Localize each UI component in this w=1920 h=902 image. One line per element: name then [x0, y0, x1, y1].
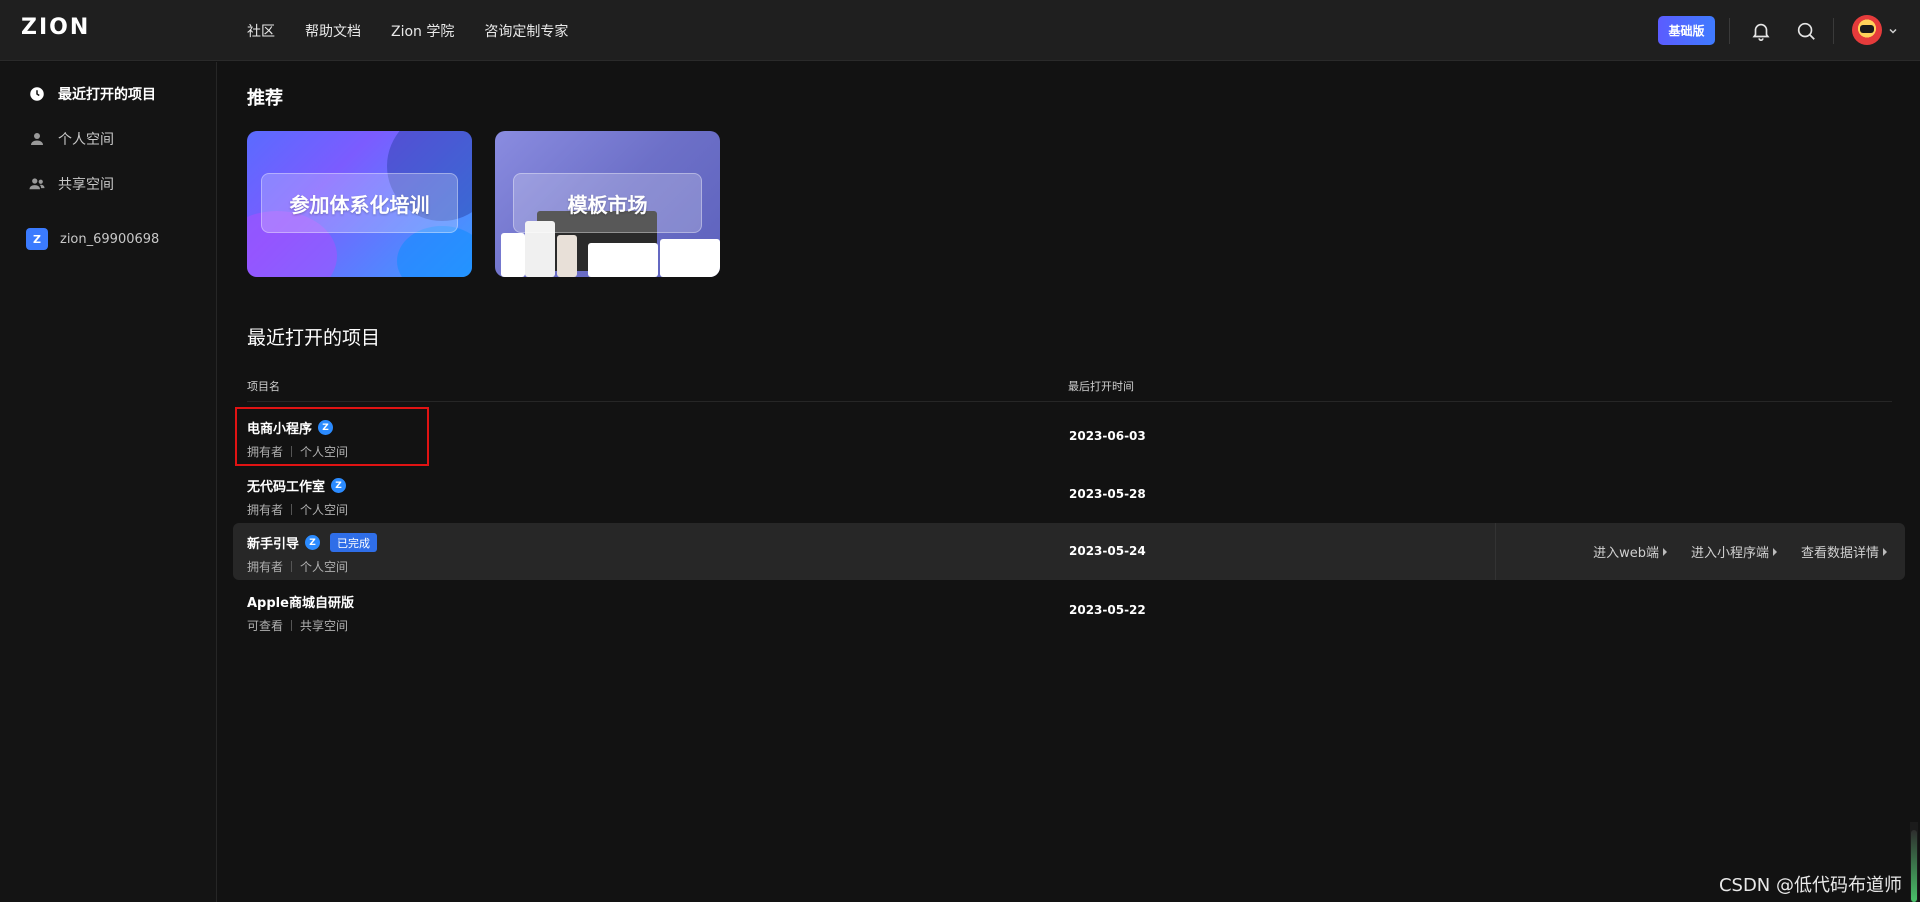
- nav-community[interactable]: 社区: [247, 21, 275, 41]
- project-title: 无代码工作室: [247, 480, 326, 495]
- avatar[interactable]: [1852, 15, 1882, 45]
- plan-button[interactable]: 基础版: [1658, 16, 1715, 45]
- column-project-name: 项目名: [247, 380, 280, 393]
- column-last-opened: 最后打开时间: [1068, 380, 1134, 393]
- training-card[interactable]: 参加体系化培训: [247, 131, 472, 277]
- recent-projects-title: 最近打开的项目: [247, 327, 381, 349]
- table-header: 项目名 最后打开时间: [247, 378, 1892, 402]
- sidebar-workspace[interactable]: Z zion_69900698: [26, 228, 159, 250]
- project-title: Apple商城自研版: [247, 596, 354, 611]
- sidebar-item-label: 个人空间: [58, 132, 114, 148]
- nav-consult[interactable]: 咨询定制专家: [484, 21, 568, 41]
- main-content: 推荐 参加体系化培训 模板市场 最近打开的项目 项目名 最后打开时间 电商小程序…: [218, 62, 1920, 902]
- workspace-name: zion_69900698: [60, 231, 160, 247]
- action-label: 进入web端: [1593, 546, 1659, 561]
- nav-docs[interactable]: 帮助文档: [305, 21, 361, 41]
- sidebar-item-recent[interactable]: 最近打开的项目: [28, 83, 156, 105]
- table-row[interactable]: Apple商城自研版 可查看 共享空间 2023-05-22: [233, 582, 1905, 639]
- project-space: 共享空间: [300, 619, 349, 633]
- clock-icon: [30, 87, 44, 101]
- workspace-badge: Z: [26, 228, 48, 250]
- last-opened-date: 2023-06-03: [1069, 429, 1146, 443]
- sidebar-item-label: 最近打开的项目: [58, 87, 156, 103]
- zion-logo[interactable]: ZION: [21, 15, 90, 40]
- action-label: 进入小程序端: [1690, 546, 1769, 561]
- training-card-label: 参加体系化培训: [261, 173, 458, 233]
- project-title: 新手引导: [247, 537, 300, 552]
- caret-right-icon: [1662, 547, 1667, 556]
- divider: [1833, 18, 1834, 44]
- project-space: 个人空间: [300, 560, 349, 574]
- sidebar-item-personal[interactable]: 个人空间: [28, 128, 114, 150]
- users-icon: [29, 178, 45, 190]
- zion-app-icon: Z: [331, 478, 347, 493]
- last-opened-date: 2023-05-22: [1069, 603, 1146, 617]
- open-miniprogram-link[interactable]: 进入小程序端: [1691, 542, 1777, 561]
- template-market-label: 模板市场: [513, 173, 702, 233]
- sidebar: 最近打开的项目 个人空间 共享空间 Z zion_69900698: [0, 62, 217, 902]
- top-nav: 社区 帮助文档 Zion 学院 咨询定制专家: [247, 0, 598, 61]
- scrollbar-thumb[interactable]: [1911, 830, 1917, 902]
- bell-icon[interactable]: [1750, 20, 1772, 42]
- project-role: 拥有者: [247, 560, 284, 574]
- action-label: 查看数据详情: [1800, 546, 1879, 561]
- table-row[interactable]: 无代码工作室 Z 拥有者 个人空间 2023-05-28: [233, 466, 1905, 523]
- nav-academy[interactable]: Zion 学院: [391, 21, 454, 41]
- open-web-link[interactable]: 进入web端: [1593, 542, 1667, 561]
- top-bar: ZION 社区 帮助文档 Zion 学院 咨询定制专家 基础版: [0, 0, 1920, 61]
- project-role: 拥有者: [247, 503, 284, 517]
- caret-right-icon: [1883, 547, 1887, 556]
- last-opened-date: 2023-05-28: [1069, 487, 1146, 501]
- chevron-down-icon[interactable]: [1888, 26, 1898, 36]
- table-row[interactable]: 电商小程序 Z 拥有者 个人空间 2023-06-03: [233, 408, 1905, 465]
- status-badge: 已完成: [330, 533, 378, 552]
- user-icon: [31, 133, 43, 145]
- project-space: 个人空间: [300, 503, 349, 517]
- last-opened-date: 2023-05-24: [1069, 544, 1146, 558]
- divider: [1729, 18, 1730, 44]
- recommend-title: 推荐: [247, 88, 283, 109]
- caret-right-icon: [1772, 547, 1777, 556]
- template-market-card[interactable]: 模板市场: [495, 131, 720, 277]
- watermark: CSDN @低代码布道师: [1718, 875, 1902, 896]
- view-data-link[interactable]: 查看数据详情: [1801, 542, 1887, 561]
- search-icon[interactable]: [1795, 20, 1817, 42]
- project-role: 可查看: [247, 619, 284, 633]
- table-row[interactable]: 新手引导 Z 已完成 拥有者 个人空间 2023-05-24 进入web端 进入…: [233, 523, 1905, 580]
- sidebar-item-shared[interactable]: 共享空间: [28, 173, 114, 195]
- highlight-annotation: [235, 407, 429, 466]
- row-actions: 进入web端 进入小程序端 查看数据详情: [1495, 523, 1905, 580]
- sidebar-item-label: 共享空间: [58, 177, 114, 193]
- zion-app-icon: Z: [305, 535, 321, 550]
